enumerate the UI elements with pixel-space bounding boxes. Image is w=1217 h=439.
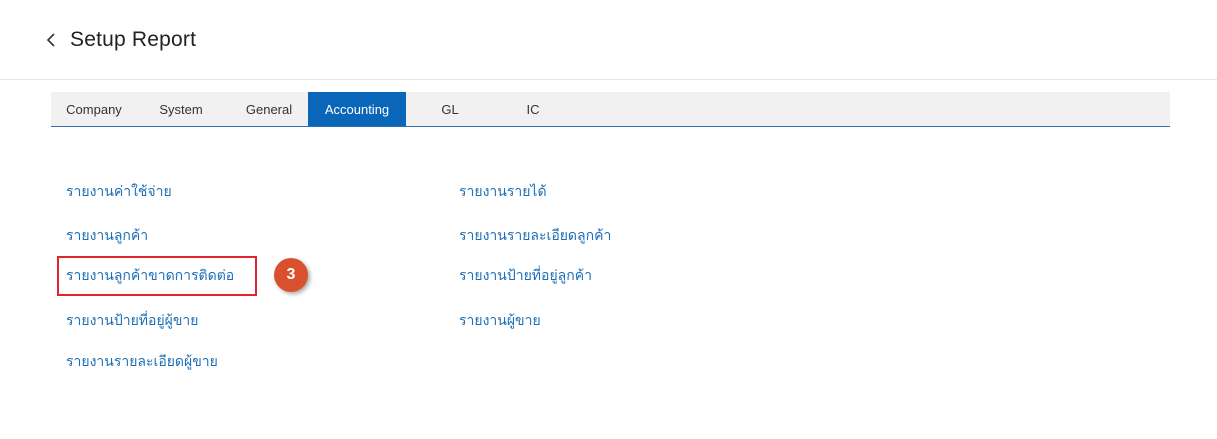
- report-link-vendor-details[interactable]: รายงานรายละเอียดผู้ขาย: [66, 352, 218, 372]
- page-header: Setup Report: [0, 0, 1217, 80]
- report-link-customer-address-labels[interactable]: รายงานป้ายที่อยู่ลูกค้า: [459, 266, 592, 286]
- report-link-expenses[interactable]: รายงานค่าใช้จ่าย: [66, 182, 172, 202]
- setup-report-page: Setup Report Company System General Acco…: [0, 0, 1217, 439]
- tab-gl[interactable]: GL: [429, 92, 471, 126]
- chevron-left-icon: [46, 32, 56, 48]
- page-title: Setup Report: [70, 28, 197, 51]
- step-number-badge: 3: [274, 258, 308, 292]
- back-button[interactable]: Setup Report: [46, 22, 196, 58]
- tab-general[interactable]: General: [229, 92, 309, 126]
- highlight-box: [57, 256, 257, 296]
- report-link-vendor-address-labels[interactable]: รายงานป้ายที่อยู่ผู้ขาย: [66, 311, 198, 331]
- report-link-customer-details[interactable]: รายงานรายละเอียดลูกค้า: [459, 226, 611, 246]
- tab-accounting[interactable]: Accounting: [308, 92, 406, 126]
- report-link-vendors[interactable]: รายงานผู้ขาย: [459, 311, 541, 331]
- tab-ic[interactable]: IC: [515, 92, 551, 126]
- report-link-income[interactable]: รายงานรายได้: [459, 182, 547, 202]
- report-category-tabs: Company System General Accounting GL IC: [51, 92, 1170, 127]
- report-link-customers[interactable]: รายงานลูกค้า: [66, 226, 148, 246]
- tab-company[interactable]: Company: [51, 92, 137, 126]
- tab-system[interactable]: System: [143, 92, 219, 126]
